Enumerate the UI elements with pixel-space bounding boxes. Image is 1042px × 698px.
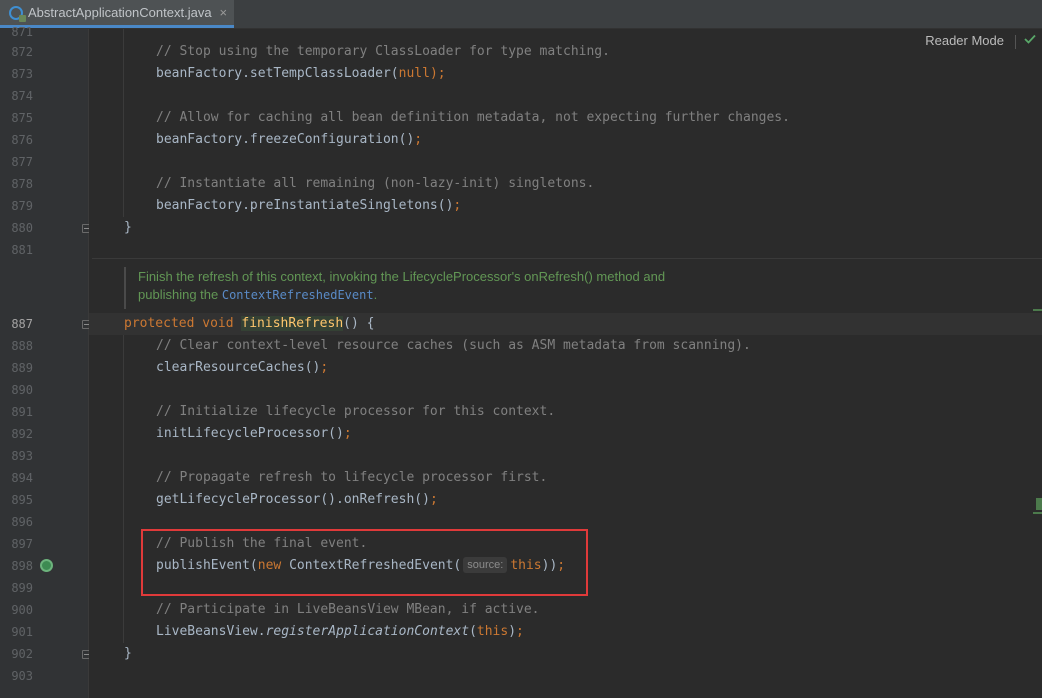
javadoc-link[interactable]: ContextRefreshedEvent (222, 288, 374, 302)
code-line: beanFactory.freezeConfiguration(); (156, 132, 423, 147)
javadoc-line: Finish the refresh of this context, invo… (138, 269, 666, 284)
code-line: } (124, 220, 132, 235)
tab-label: AbstractApplicationContext.java (28, 5, 212, 20)
code-editor[interactable]: // Stop using the temporary ClassLoader … (89, 29, 1042, 698)
code-line: beanFactory.setTempClassLoader(null); (156, 66, 446, 81)
scrollbar-marker[interactable] (1033, 309, 1042, 311)
code-comment: // Participate in LiveBeansView MBean, i… (156, 602, 540, 617)
scrollbar-marker[interactable] (1033, 512, 1042, 514)
editor-tab-bar: AbstractApplicationContext.java × (0, 0, 1042, 29)
line-number: 877 (11, 155, 33, 169)
line-number: 881 (11, 243, 33, 257)
line-number: 889 (11, 361, 33, 375)
code-line: beanFactory.preInstantiateSingletons(); (156, 198, 462, 213)
line-number: 876 (11, 133, 33, 147)
code-comment: // Instantiate all remaining (non-lazy-i… (156, 176, 595, 191)
line-number: 888 (11, 339, 33, 353)
line-number: 871 (11, 25, 33, 39)
line-number: 895 (11, 493, 33, 507)
line-number: 872 (11, 45, 33, 59)
line-number: 897 (11, 537, 33, 551)
line-number: 893 (11, 449, 33, 463)
tab-abstract-application-context[interactable]: AbstractApplicationContext.java × (0, 0, 234, 28)
code-comment: // Initialize lifecycle processor for th… (156, 404, 556, 419)
code-comment: // Allow for caching all bean definition… (156, 110, 790, 125)
scrollbar-marker[interactable] (1036, 498, 1042, 510)
line-number-gutter: 871 872 873 874 875 876 877 878 879 880 … (0, 25, 91, 698)
line-number: 892 (11, 427, 33, 441)
line-number: 873 (11, 67, 33, 81)
rendered-javadoc: Finish the refresh of this context, invo… (92, 258, 1042, 311)
line-number: 899 (11, 581, 33, 595)
check-icon[interactable] (1024, 32, 1036, 48)
line-number: 903 (11, 669, 33, 683)
bean-icon[interactable] (40, 559, 53, 572)
method-declaration: protected void finishRefresh() { (124, 316, 375, 331)
line-number: 894 (11, 471, 33, 485)
code-line: initLifecycleProcessor(); (156, 426, 352, 441)
line-number: 902 (11, 647, 33, 661)
javadoc-line: publishing the ContextRefreshedEvent. (138, 287, 378, 302)
line-number: 896 (11, 515, 33, 529)
line-number-current: 887 (11, 317, 33, 331)
reader-mode-button[interactable]: Reader Mode (925, 33, 1004, 48)
code-line: LiveBeansView.registerApplicationContext… (156, 624, 524, 639)
code-comment: // Stop using the temporary ClassLoader … (156, 44, 610, 59)
line-number: 898 (11, 559, 33, 573)
highlight-box (141, 529, 588, 596)
line-number: 890 (11, 383, 33, 397)
code-comment: // Clear context-level resource caches (… (156, 338, 751, 353)
line-number: 875 (11, 111, 33, 125)
line-number: 891 (11, 405, 33, 419)
line-number: 900 (11, 603, 33, 617)
line-number: 880 (11, 221, 33, 235)
line-number: 879 (11, 199, 33, 213)
code-comment: // Propagate refresh to lifecycle proces… (156, 470, 548, 485)
java-class-icon (9, 5, 26, 22)
code-line: getLifecycleProcessor().onRefresh(); (156, 492, 438, 507)
line-number: 901 (11, 625, 33, 639)
close-icon[interactable]: × (220, 5, 228, 20)
code-line: clearResourceCaches(); (156, 360, 329, 375)
line-number: 878 (11, 177, 33, 191)
line-number: 874 (11, 89, 33, 103)
code-line: } (124, 646, 132, 661)
